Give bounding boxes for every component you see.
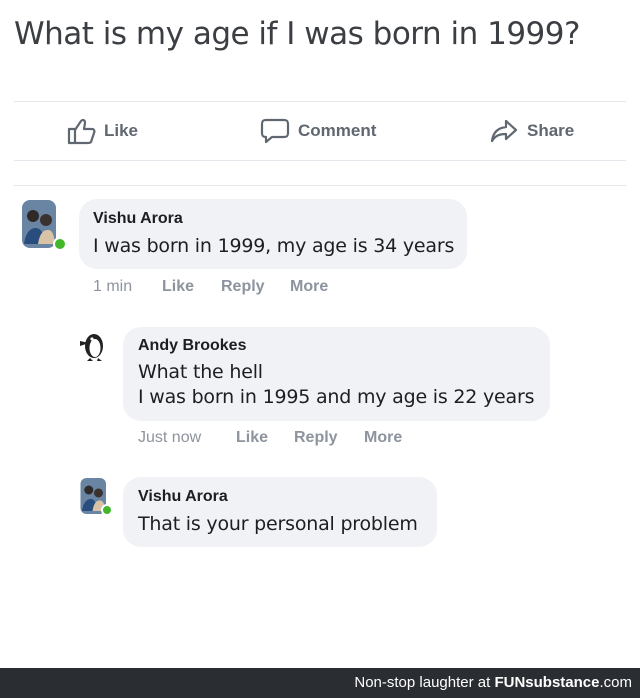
comment-more-link[interactable]: More xyxy=(290,278,328,296)
thumbs-up-icon xyxy=(67,118,96,145)
like-label: Like xyxy=(104,121,139,140)
comment-text: That is your personal problem xyxy=(138,513,418,535)
divider xyxy=(14,101,626,102)
share-arrow-icon xyxy=(490,119,518,143)
online-status-dot xyxy=(53,237,67,251)
comment-like-link[interactable]: Like xyxy=(162,278,194,296)
comment-label: Comment xyxy=(298,121,377,140)
watermark-suffix: .com xyxy=(599,674,632,691)
speech-bubble-icon xyxy=(260,118,290,144)
post-actions-bar: Like Comment Share xyxy=(14,103,626,159)
divider xyxy=(14,160,626,161)
comment-text-line: I was born in 1995 and my age is 22 year… xyxy=(138,386,535,408)
penguin-avatar-icon xyxy=(80,334,103,361)
comment-timestamp[interactable]: Just now xyxy=(138,429,201,447)
comment-timestamp[interactable]: 1 min xyxy=(93,278,132,296)
comment-more-link[interactable]: More xyxy=(364,429,402,447)
comment-author[interactable]: Vishu Arora xyxy=(93,210,183,228)
share-label: Share xyxy=(527,121,575,140)
comment-reply-link[interactable]: Reply xyxy=(294,429,338,447)
avatar[interactable] xyxy=(22,200,58,248)
comment-text-line: What the hell xyxy=(138,361,263,383)
watermark-brand: FUNsubstance xyxy=(494,674,600,691)
post-title: What is my age if I was born in 1999? xyxy=(14,16,580,52)
divider xyxy=(14,185,626,186)
comment-text: I was born in 1999, my age is 34 years xyxy=(93,235,455,257)
share-button[interactable]: Share xyxy=(489,103,574,159)
online-status-dot xyxy=(101,504,113,516)
comment-reply-link[interactable]: Reply xyxy=(221,278,265,296)
watermark-text: Non-stop laughter at FUNsubstance.com xyxy=(354,674,632,691)
comment-button[interactable]: Comment xyxy=(260,103,376,159)
comment-author[interactable]: Vishu Arora xyxy=(138,488,228,506)
comment-like-link[interactable]: Like xyxy=(236,429,268,447)
watermark-bar: Non-stop laughter at FUNsubstance.com xyxy=(0,668,640,698)
like-button[interactable]: Like xyxy=(66,103,138,159)
comment-author[interactable]: Andy Brookes xyxy=(138,337,246,355)
avatar[interactable] xyxy=(78,328,114,366)
watermark-prefix: Non-stop laughter at xyxy=(354,674,495,691)
